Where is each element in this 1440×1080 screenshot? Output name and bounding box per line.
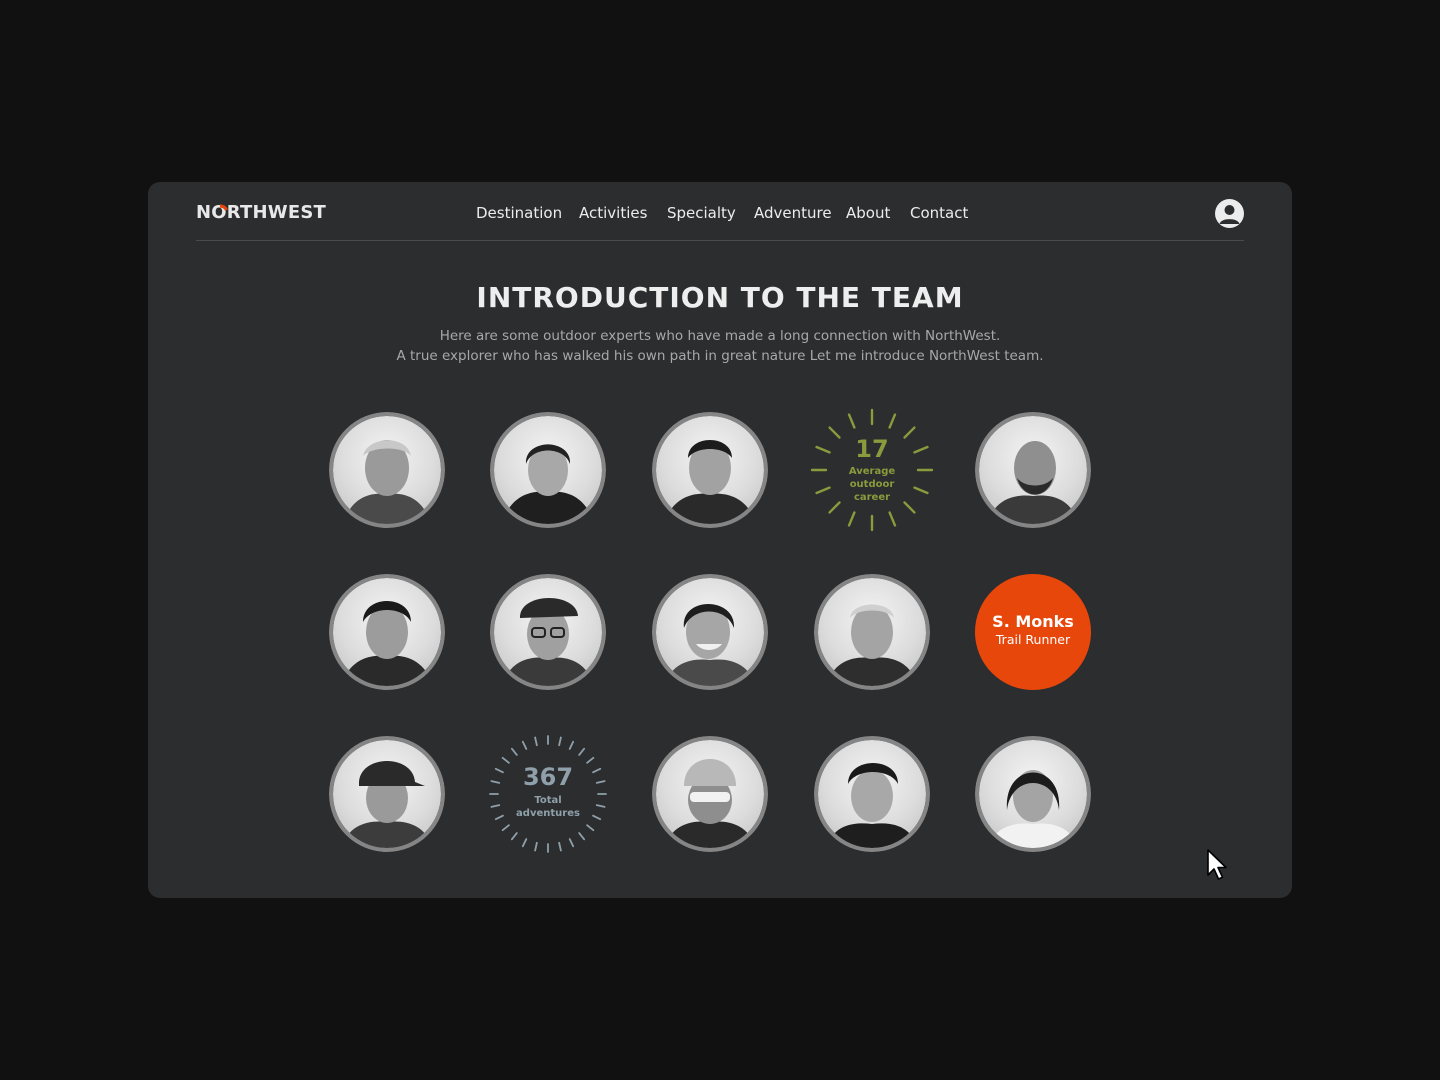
sunburst-tick [828,501,841,514]
team-member-portrait[interactable] [490,412,606,528]
sunburst-tick [586,824,595,832]
team-member-portrait[interactable] [329,736,445,852]
team-member-portrait[interactable] [652,736,768,852]
sunburst-tick [510,832,518,841]
stat-value: 367 [522,763,574,791]
stat-average-career: 17 Average outdoor career [810,408,934,532]
team-member-highlighted[interactable]: S. Monks Trail Runner [975,574,1091,690]
team-member-portrait[interactable] [975,412,1091,528]
sunburst-tick [578,747,586,756]
sunburst-tick [501,824,510,832]
team-card: NO RTHWEST Destination Activities Special… [148,182,1292,898]
sunburst-tick [568,838,575,848]
sunburst-tick [568,740,575,750]
sunburst-tick [558,736,562,747]
stat-label-line: Total [534,795,562,806]
team-member-portrait[interactable] [652,574,768,690]
stat-label-line: adventures [516,808,580,819]
member-role: Trail Runner [995,632,1071,647]
team-member-portrait[interactable] [814,574,930,690]
stat-label-line: career [853,492,891,503]
sunburst-tick [888,413,897,429]
sunburst-tick [847,511,856,527]
team-grid: 17 Average outdoor career S. Monks Trail… [148,182,1292,898]
sunburst-tick [534,736,538,747]
stat-value: 17 [855,435,889,463]
mouse-pointer-icon [1207,849,1227,880]
sunburst-tick [521,838,528,848]
team-member-portrait[interactable] [814,736,930,852]
team-member-portrait[interactable] [652,412,768,528]
sunburst-tick [847,413,856,429]
sunburst-tick [510,747,518,756]
sunburst-tick [534,841,538,852]
member-name: S. Monks [992,612,1074,631]
team-member-portrait[interactable] [975,736,1091,852]
team-member-portrait[interactable] [329,574,445,690]
team-member-portrait[interactable] [490,574,606,690]
sunburst-tick [558,841,562,852]
stat-label-line: outdoor [849,479,895,490]
team-member-portrait[interactable] [329,412,445,528]
sunburst-tick [903,501,916,514]
sunburst-tick [888,511,897,527]
stat-total-adventures: 367 Total adventures [486,732,610,856]
stat-label-line: Average [848,466,896,477]
sunburst-tick [521,740,528,750]
sunburst-tick [578,832,586,841]
